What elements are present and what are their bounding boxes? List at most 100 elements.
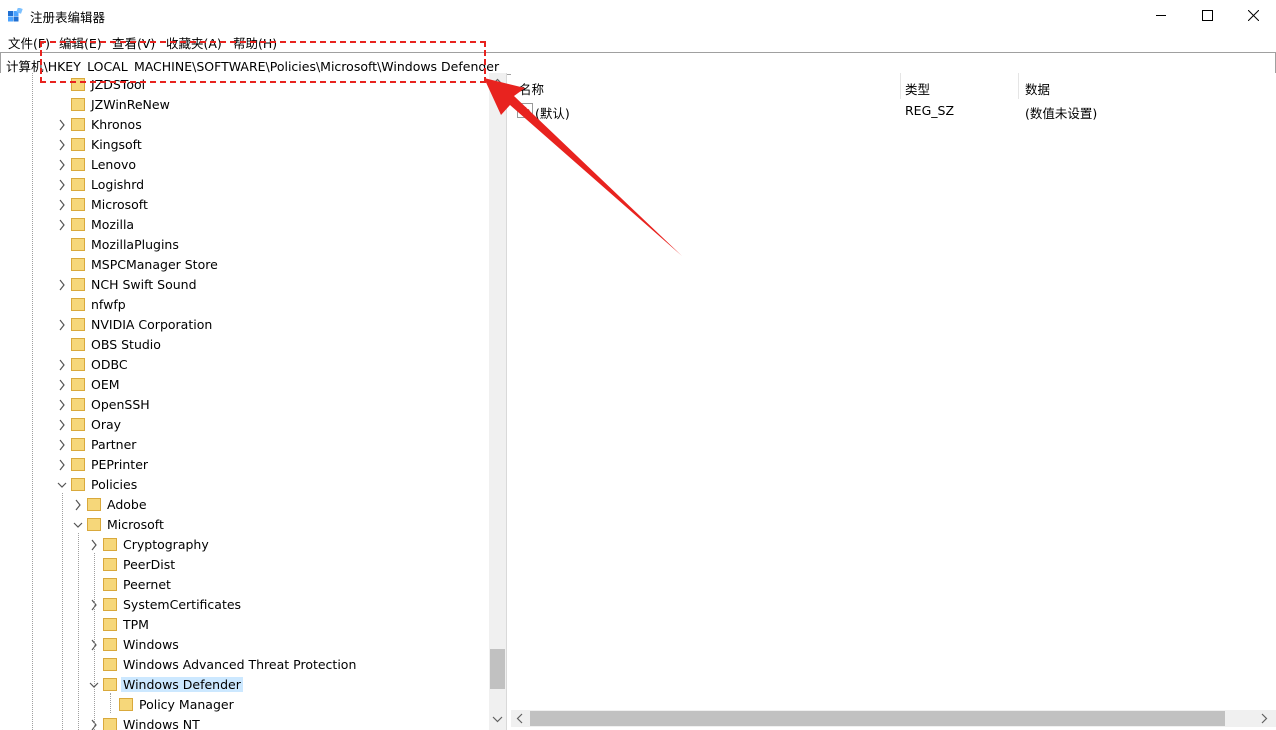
tree-item[interactable]: Microsoft (0, 195, 489, 215)
key-tree[interactable]: JZDSTool JZWinReNew Khronos Kingsoft Lenovo L… (0, 73, 507, 730)
chevron-right-icon[interactable] (56, 417, 68, 433)
tree-item[interactable]: NCH Swift Sound (0, 275, 489, 295)
address-bar[interactable]: 计算机\HKEY_LOCAL_MACHINE\SOFTWARE\Policies… (0, 52, 1276, 75)
folder-icon (87, 498, 101, 511)
scroll-up-icon[interactable] (489, 75, 506, 89)
chevron-right-icon[interactable] (56, 137, 68, 153)
tree-item-label: Cryptography (123, 537, 209, 552)
tree-item[interactable]: MozillaPlugins (0, 235, 489, 255)
chevron-right-icon[interactable] (56, 437, 68, 453)
tree-item-label: Adobe (107, 497, 147, 512)
tree-item-label: Windows Advanced Threat Protection (123, 657, 357, 672)
tree-item[interactable]: MSPCManager Store (0, 255, 489, 275)
tree-item[interactable]: Cryptography (0, 535, 489, 555)
menu-file[interactable]: 文件(F) (8, 33, 50, 52)
tree-item[interactable]: Khronos (0, 115, 489, 135)
chevron-right-icon[interactable] (56, 217, 68, 233)
chevron-right-icon[interactable] (72, 497, 84, 513)
maximize-button[interactable] (1184, 0, 1230, 30)
value-name: (默认) (535, 106, 570, 121)
chevron-right-icon[interactable] (56, 317, 68, 333)
close-button[interactable] (1230, 0, 1276, 30)
tree-item[interactable]: OEM (0, 375, 489, 395)
tree-item[interactable]: Mozilla (0, 215, 489, 235)
column-separator[interactable] (900, 73, 901, 99)
menu-edit[interactable]: 编辑(E) (59, 33, 102, 52)
menu-favorites[interactable]: 收藏夹(A) (166, 33, 222, 52)
tree-item[interactable]: SystemCertificates (0, 595, 489, 615)
tree-item[interactable]: Logishrd (0, 175, 489, 195)
tree-item[interactable]: PEPrinter (0, 455, 489, 475)
folder-icon (71, 218, 85, 231)
tree-vertical-scrollbar[interactable] (489, 73, 506, 730)
tree-item[interactable]: Windows (0, 635, 489, 655)
chevron-right-icon[interactable] (56, 117, 68, 133)
tree-item[interactable]: Adobe (0, 495, 489, 515)
chevron-right-icon[interactable] (56, 277, 68, 293)
string-value-icon: ab (517, 103, 533, 118)
chevron-right-icon[interactable] (56, 357, 68, 373)
chevron-right-icon[interactable] (56, 157, 68, 173)
scroll-left-icon[interactable] (513, 710, 527, 727)
menu-view[interactable]: 查看(V) (112, 33, 155, 52)
list-horizontal-scrollbar[interactable] (511, 710, 1276, 727)
column-data[interactable]: 数据 (1025, 79, 1050, 98)
chevron-right-icon[interactable] (56, 397, 68, 413)
list-scroll-thumb[interactable] (530, 711, 1225, 726)
minimize-button[interactable] (1138, 0, 1184, 30)
tree-item[interactable]: Windows Defender (0, 675, 489, 695)
chevron-right-icon[interactable] (56, 457, 68, 473)
folder-icon (103, 598, 117, 611)
value-list[interactable]: 名称 类型 数据 ab (默认) REG_SZ (数值未设置) (511, 73, 1276, 730)
tree-item[interactable]: ODBC (0, 355, 489, 375)
scroll-right-icon[interactable] (1257, 710, 1271, 727)
tree-item[interactable]: Oray (0, 415, 489, 435)
tree-item[interactable]: JZDSTool (0, 75, 489, 95)
tree-item[interactable]: OpenSSH (0, 395, 489, 415)
folder-icon (71, 178, 85, 191)
menu-help[interactable]: 帮助(H) (233, 33, 277, 52)
chevron-right-icon[interactable] (56, 177, 68, 193)
chevron-down-icon[interactable] (72, 517, 84, 533)
tree-guide-line (32, 73, 33, 730)
tree-item[interactable]: TPM (0, 615, 489, 635)
tree-guide-line (110, 693, 111, 713)
tree-item[interactable]: Policies (0, 475, 489, 495)
tree-item[interactable]: NVIDIA Corporation (0, 315, 489, 335)
regedit-icon (8, 8, 23, 22)
tree-item[interactable]: Windows Advanced Threat Protection (0, 655, 489, 675)
window-title: 注册表编辑器 (30, 10, 106, 25)
tree-item-label: Lenovo (91, 157, 137, 172)
column-separator[interactable] (1018, 73, 1019, 99)
tree-item[interactable]: JZWinReNew (0, 95, 489, 115)
folder-icon (71, 78, 85, 91)
folder-icon (71, 198, 85, 211)
folder-icon (71, 278, 85, 291)
tree-item-label: Logishrd (91, 177, 145, 192)
svg-text:ab: ab (519, 107, 531, 117)
chevron-right-icon[interactable] (88, 537, 100, 553)
tree-scroll-thumb[interactable] (490, 649, 505, 689)
folder-icon (71, 358, 85, 371)
tree-item[interactable]: Policy Manager (0, 695, 489, 715)
tree-item[interactable]: Windows NT (0, 715, 489, 730)
tree-item[interactable]: nfwfp (0, 295, 489, 315)
chevron-down-icon[interactable] (56, 477, 68, 493)
tree-guide-line (62, 493, 63, 730)
tree-item[interactable]: Kingsoft (0, 135, 489, 155)
column-type[interactable]: 类型 (905, 79, 930, 98)
column-name[interactable]: 名称 (519, 79, 544, 98)
value-data: (数值未设置) (1025, 106, 1098, 121)
chevron-right-icon[interactable] (56, 377, 68, 393)
tree-item-label: Microsoft (91, 197, 148, 212)
tree-item[interactable]: Peernet (0, 575, 489, 595)
tree-item[interactable]: Lenovo (0, 155, 489, 175)
tree-item[interactable]: Microsoft (0, 515, 489, 535)
tree-item[interactable]: PeerDist (0, 555, 489, 575)
tree-item[interactable]: OBS Studio (0, 335, 489, 355)
scroll-down-icon[interactable] (489, 712, 506, 726)
tree-item-label: Kingsoft (91, 137, 142, 152)
folder-icon (71, 378, 85, 391)
tree-item[interactable]: Partner (0, 435, 489, 455)
chevron-right-icon[interactable] (56, 197, 68, 213)
